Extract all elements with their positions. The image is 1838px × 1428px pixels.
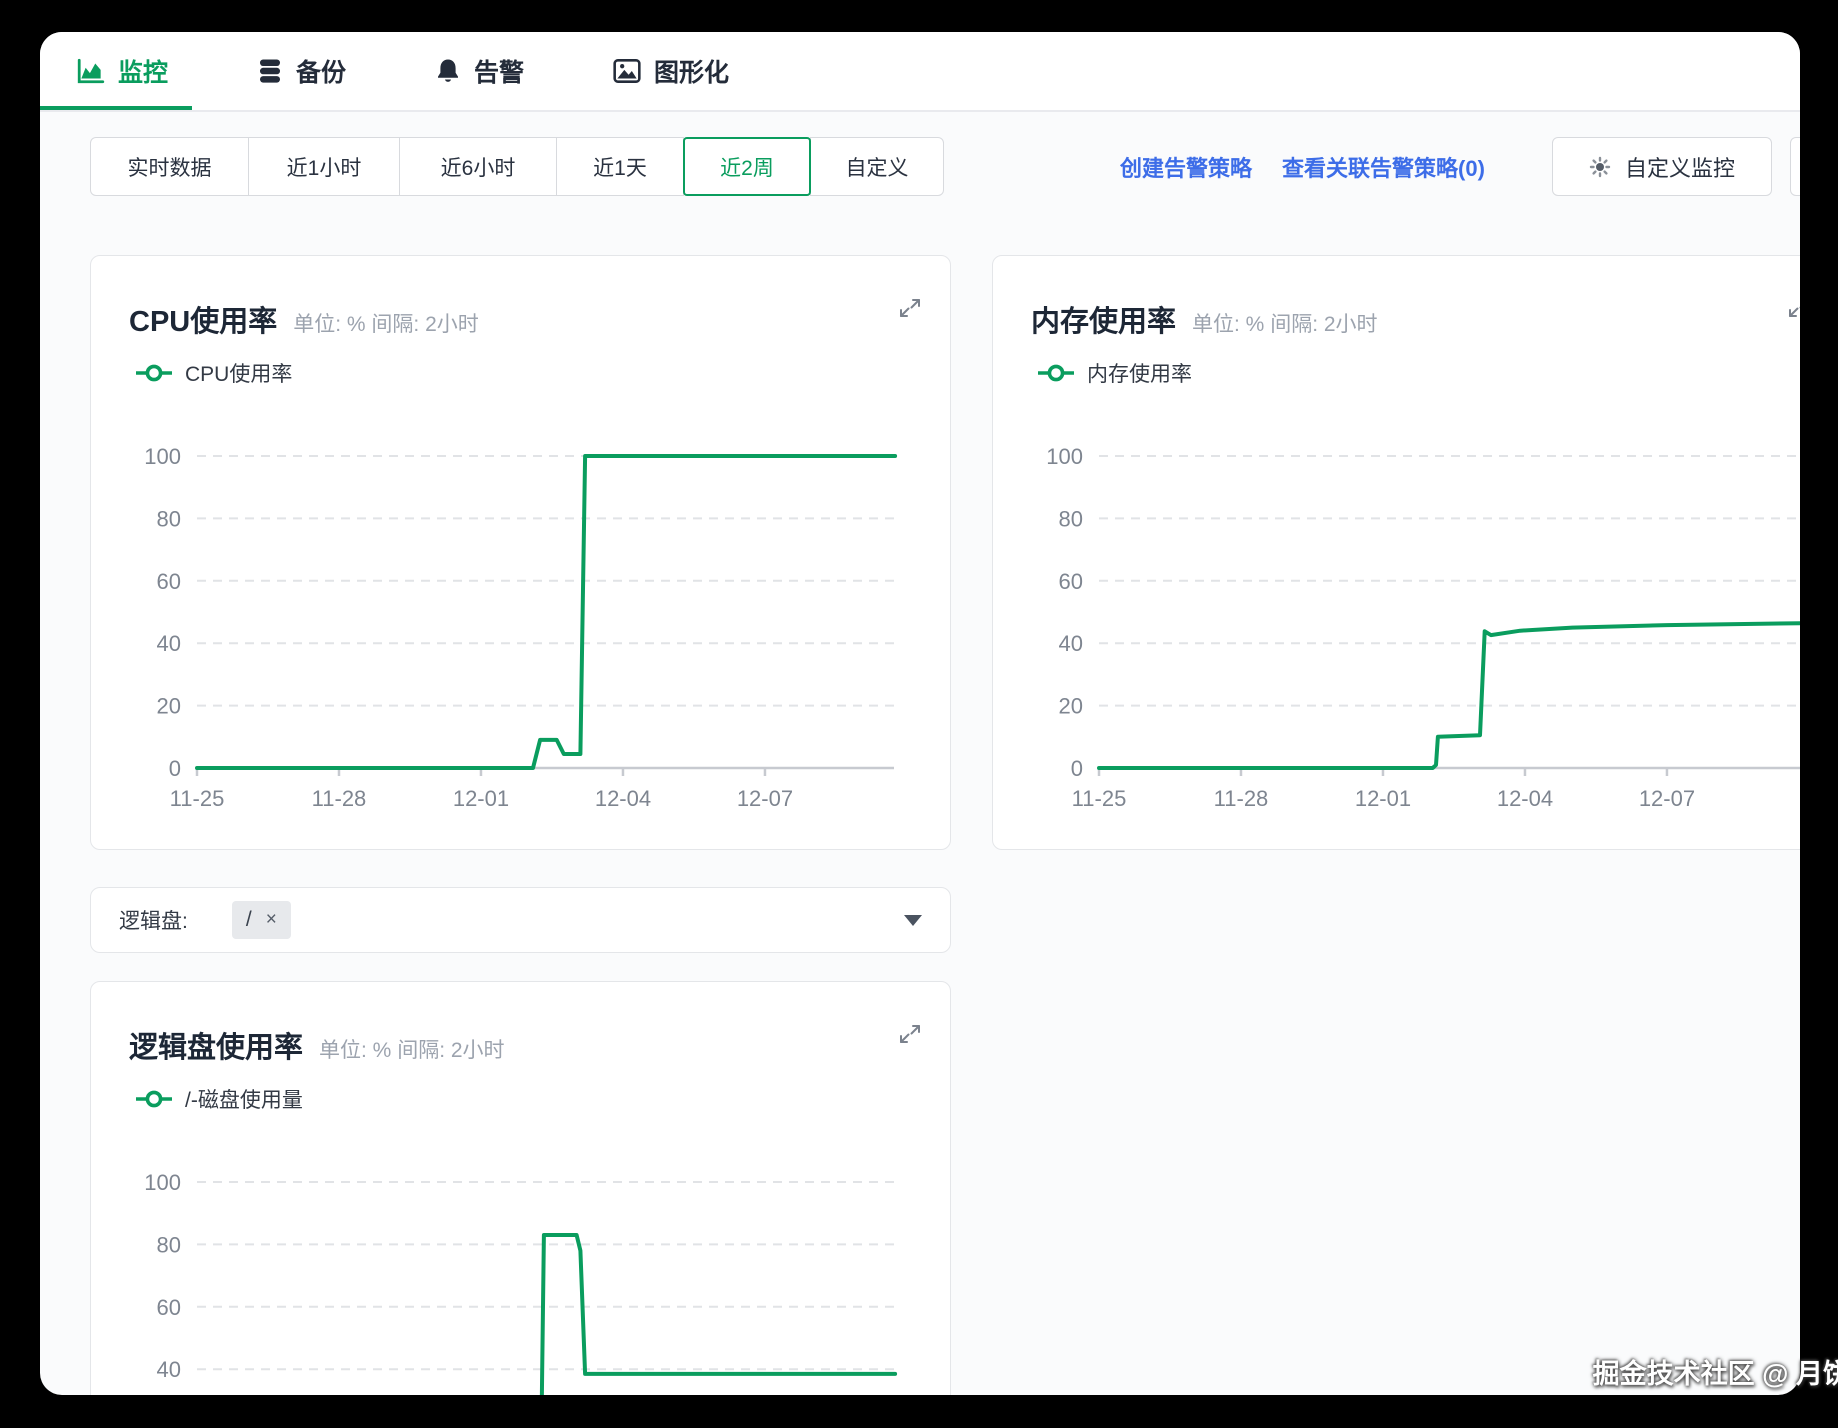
svg-text:100: 100 [144,444,181,469]
svg-text:60: 60 [1059,569,1083,594]
top-tab-bar: 监控 备份 告警 图形化 [40,32,1800,110]
chart-title: 逻辑盘使用率 [129,1032,304,1064]
svg-text:12-01: 12-01 [453,786,509,811]
tab-label: 备份 [296,59,347,87]
tag-value: / [245,908,252,931]
custom-monitor-label: 自定义监控 [1624,155,1735,181]
time-button-6h[interactable]: 近6小时 [399,137,557,196]
database-icon [260,59,281,83]
svg-text:80: 80 [157,1232,181,1257]
disk-usage-card: 02040608010011-2511-2812-0112-0412-07 逻辑… [90,981,951,1395]
legend-label: 内存使用率 [1087,363,1192,386]
gear-icon [1589,156,1611,177]
legend-cpu-usage[interactable]: CPU使用率 [135,358,292,388]
line-series-marker-icon [136,364,172,382]
chart-subtitle: 单位: % 间隔: 2小时 [319,1039,505,1062]
svg-text:40: 40 [157,631,181,656]
chart-subtitle: 单位: % 间隔: 2小时 [293,313,479,336]
tab-label: 图形化 [654,59,730,87]
svg-text:60: 60 [157,1295,181,1320]
time-button-custom[interactable]: 自定义 [810,137,944,196]
filter-label: 逻辑盘: [119,910,188,933]
line-series-marker-icon [136,1090,172,1108]
svg-text:12-01: 12-01 [1355,786,1411,811]
legend-disk-usage[interactable]: /-磁盘使用量 [135,1084,303,1114]
chart-title: 内存使用率 [1031,306,1177,338]
svg-text:11-28: 11-28 [312,786,367,811]
disk-filter-tag[interactable]: / × [231,901,291,939]
tag-close-icon[interactable]: × [266,909,277,931]
dropdown-caret-icon[interactable] [904,914,922,926]
svg-text:11-25: 11-25 [1072,786,1127,811]
expand-icon[interactable] [898,296,922,320]
expand-icon[interactable] [1787,296,1800,320]
time-range-segmented-control: 实时数据 近1小时 近6小时 近1天 近2周 自定义 [90,137,944,196]
svg-text:40: 40 [1059,631,1083,656]
chart-subtitle: 单位: % 间隔: 2小时 [1192,313,1378,336]
cpu-usage-chart[interactable]: 0 20 40 60 80 100 11-25 11-28 12-01 12-04 12-07 [91,256,950,849]
chart-title: CPU使用率 [129,306,278,338]
time-button-2w[interactable]: 近2周 [683,137,811,196]
tab-backup[interactable]: 备份 [256,53,346,89]
svg-text:100: 100 [144,1170,181,1195]
svg-text:100: 100 [1046,444,1083,469]
expand-icon[interactable] [898,1022,922,1046]
svg-text:80: 80 [1059,506,1083,531]
memory-usage-card: 0 20 40 60 80 100 11-25 11-28 12-01 12-04 12-07 内存… [992,255,1800,850]
image-icon [613,59,641,83]
bell-icon [438,59,459,82]
svg-text:11-25: 11-25 [170,786,225,811]
area-chart-icon [77,58,105,84]
svg-text:20: 20 [157,694,181,719]
svg-text:40: 40 [157,1357,181,1382]
svg-text:12-07: 12-07 [1639,786,1695,811]
line-series-marker-icon [1038,364,1074,382]
svg-text:80: 80 [157,506,181,531]
svg-text:11-28: 11-28 [1214,786,1269,811]
svg-text:12-07: 12-07 [737,786,793,811]
legend-label: CPU使用率 [185,363,293,386]
svg-text:0: 0 [1071,756,1083,781]
svg-text:12-04: 12-04 [595,786,651,811]
memory-usage-chart[interactable]: 0 20 40 60 80 100 11-25 11-28 12-01 12-04 12-07 [993,256,1800,849]
create-alarm-policy-link[interactable]: 创建告警策略 [1120,151,1252,183]
logical-disk-filter-bar: 逻辑盘: / × [90,887,951,953]
alarm-policy-links: 创建告警策略 查看关联告警策略(0) [1120,137,1485,196]
svg-text:60: 60 [157,569,181,594]
legend-memory-usage[interactable]: 内存使用率 [1037,358,1192,388]
partial-button[interactable] [1790,137,1800,196]
tab-graphing[interactable]: 图形化 [612,53,729,89]
svg-text:0: 0 [169,756,181,781]
tabbar-divider [40,110,1800,112]
legend-label: /-磁盘使用量 [185,1089,303,1112]
cpu-usage-card: 0 20 40 60 80 100 11-25 11-28 12-01 12-04 12-07 CP… [90,255,951,850]
custom-monitor-button[interactable]: 自定义监控 [1552,137,1772,196]
app-panel: 监控 备份 告警 图形化 实时数据 近1小时 近6小时 近1天 近2周 自定义 … [40,32,1800,1395]
tab-alerts[interactable]: 告警 [434,53,524,89]
watermark: 掘金技术社区 @ 月饼 [1592,1359,1838,1389]
svg-text:20: 20 [1059,694,1083,719]
view-alarm-policy-link[interactable]: 查看关联告警策略(0) [1282,151,1485,183]
tab-label: 告警 [474,59,525,87]
svg-text:12-04: 12-04 [1497,786,1553,811]
tab-label: 监控 [118,59,169,87]
time-button-realtime[interactable]: 实时数据 [90,137,249,196]
time-button-1h[interactable]: 近1小时 [248,137,400,196]
time-button-1d[interactable]: 近1天 [556,137,684,196]
tab-monitoring[interactable]: 监控 [76,53,168,89]
